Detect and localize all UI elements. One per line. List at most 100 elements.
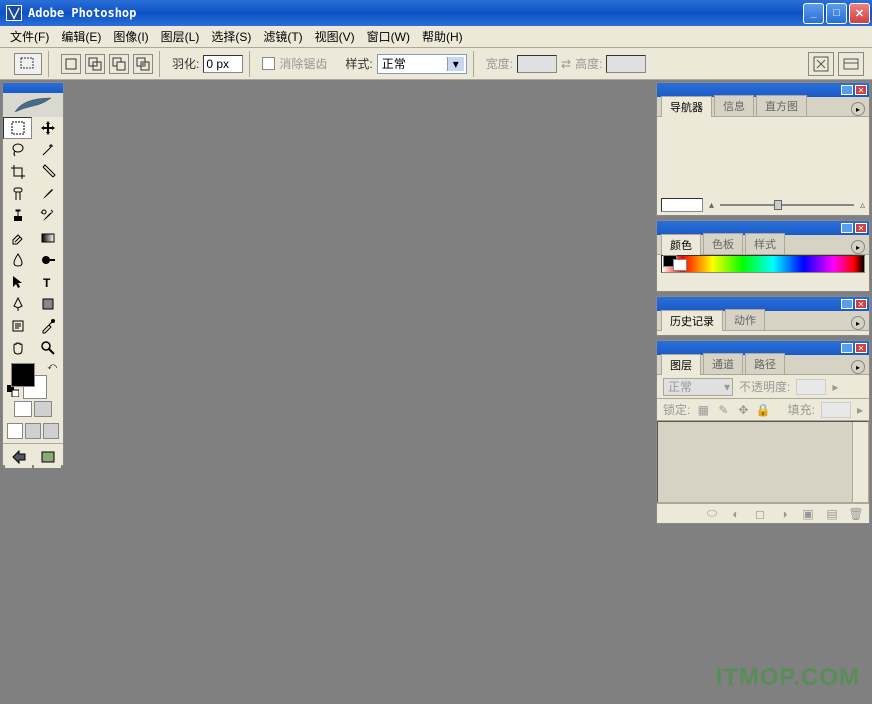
subtract-selection-button[interactable] (109, 54, 129, 74)
type-tool[interactable]: T (33, 271, 62, 293)
menu-bar: 文件(F) 编辑(E) 图像(I) 图层(L) 选择(S) 滤镜(T) 视图(V… (0, 26, 872, 48)
menu-image[interactable]: 图像(I) (107, 26, 154, 47)
crop-tool[interactable] (3, 161, 32, 183)
slice-tool[interactable] (33, 161, 62, 183)
pen-tool[interactable] (3, 293, 32, 315)
tab-color[interactable]: 颜色 (661, 234, 701, 255)
panel-menu-button[interactable]: ▸ (851, 316, 865, 330)
gradient-tool[interactable] (33, 227, 62, 249)
eyedropper-tool[interactable] (33, 315, 62, 337)
tab-history[interactable]: 历史记录 (661, 310, 723, 331)
options-bar: 羽化: 消除锯齿 样式: 正常 宽度: ⇄ 高度: (0, 48, 872, 80)
hand-tool[interactable] (3, 337, 32, 359)
new-selection-button[interactable] (61, 54, 81, 74)
menu-file[interactable]: 文件(F) (4, 26, 55, 47)
menu-select[interactable]: 选择(S) (205, 26, 257, 47)
color-spectrum[interactable] (661, 255, 865, 273)
layers-scrollbar[interactable] (852, 422, 868, 502)
tab-navigator[interactable]: 导航器 (661, 96, 712, 117)
minimize-button[interactable]: _ (803, 3, 824, 24)
delete-layer-icon: 🗑 (849, 507, 863, 521)
history-brush-tool[interactable] (33, 205, 62, 227)
foreground-color[interactable] (11, 363, 35, 387)
palette-well-button[interactable] (808, 52, 834, 76)
link-layers-icon: ⬭ (705, 507, 719, 521)
close-panel-button[interactable]: ✕ (855, 299, 867, 309)
minimize-panel-button[interactable]: _ (841, 85, 853, 95)
clone-stamp-tool[interactable] (3, 205, 32, 227)
tab-paths[interactable]: 路径 (745, 353, 785, 374)
tab-layers[interactable]: 图层 (661, 354, 701, 375)
brush-tool[interactable] (33, 183, 62, 205)
add-selection-button[interactable] (85, 54, 105, 74)
path-selection-tool[interactable] (3, 271, 32, 293)
tab-swatches[interactable]: 色板 (703, 233, 743, 254)
layers-list[interactable] (657, 421, 869, 503)
blend-mode-select: 正常 (663, 378, 733, 396)
panel-menu-button[interactable]: ▸ (851, 102, 865, 116)
color-bg-swatch[interactable] (673, 259, 687, 271)
move-tool[interactable] (33, 117, 62, 139)
close-button[interactable]: ✕ (849, 3, 870, 24)
toolbox-header[interactable] (3, 83, 63, 93)
opacity-input (796, 379, 826, 395)
shape-tool[interactable] (33, 293, 62, 315)
history-panel: _ ✕ 历史记录 动作 ▸ (656, 296, 870, 336)
zoom-in-icon[interactable]: ▵ (860, 200, 865, 211)
close-panel-button[interactable]: ✕ (855, 343, 867, 353)
magic-wand-tool[interactable] (33, 139, 62, 161)
new-group-icon: ▣ (801, 507, 815, 521)
toolbox-panel: T ⤺ (2, 82, 64, 466)
jump-to-button[interactable] (34, 446, 61, 468)
jump-to-imageready-button[interactable] (5, 446, 32, 468)
close-panel-button[interactable]: ✕ (855, 85, 867, 95)
quickmask-mode-button[interactable] (34, 401, 52, 417)
panel-menu-button[interactable]: ▸ (851, 360, 865, 374)
menu-edit[interactable]: 编辑(E) (55, 26, 107, 47)
lasso-tool[interactable] (3, 139, 32, 161)
screen-full-menu-button[interactable] (25, 423, 41, 439)
tab-histogram[interactable]: 直方图 (756, 95, 807, 116)
navigator-panel: _ ✕ 导航器 信息 直方图 ▸ ▴ ▵ (656, 82, 870, 216)
menu-filter[interactable]: 滤镜(T) (257, 26, 308, 47)
dodge-tool[interactable] (33, 249, 62, 271)
standard-mode-button[interactable] (14, 401, 32, 417)
blur-tool[interactable] (3, 249, 32, 271)
feather-label: 羽化: (172, 55, 199, 72)
menu-help[interactable]: 帮助(H) (416, 26, 469, 47)
zoom-out-icon[interactable]: ▴ (709, 200, 714, 211)
minimize-panel-button[interactable]: _ (841, 299, 853, 309)
style-select[interactable]: 正常 (377, 54, 467, 74)
lock-image-icon: ✎ (716, 403, 730, 417)
tab-actions[interactable]: 动作 (725, 309, 765, 330)
minimize-panel-button[interactable]: _ (841, 343, 853, 353)
tool-preset-button[interactable] (14, 53, 42, 75)
menu-view[interactable]: 视图(V) (309, 26, 361, 47)
notes-tool[interactable] (3, 315, 32, 337)
feather-input[interactable] (203, 55, 243, 73)
panel-menu-button[interactable]: ▸ (851, 240, 865, 254)
screen-standard-button[interactable] (7, 423, 23, 439)
screen-full-button[interactable] (43, 423, 59, 439)
zoom-percent-input[interactable] (661, 198, 703, 212)
eraser-tool[interactable] (3, 227, 32, 249)
file-browser-button[interactable] (838, 52, 864, 76)
zoom-tool[interactable] (33, 337, 62, 359)
marquee-tool[interactable] (3, 117, 32, 139)
swap-colors-icon[interactable]: ⤺ (47, 361, 57, 372)
menu-layer[interactable]: 图层(L) (155, 26, 206, 47)
healing-brush-tool[interactable] (3, 183, 32, 205)
intersect-selection-button[interactable] (133, 54, 153, 74)
minimize-panel-button[interactable]: _ (841, 223, 853, 233)
close-panel-button[interactable]: ✕ (855, 223, 867, 233)
tab-styles[interactable]: 样式 (745, 233, 785, 254)
opacity-label: 不透明度: (739, 378, 790, 395)
menu-window[interactable]: 窗口(W) (361, 26, 416, 47)
color-panel: _ ✕ 颜色 色板 样式 ▸ (656, 220, 870, 292)
zoom-slider[interactable] (720, 204, 854, 206)
tab-channels[interactable]: 通道 (703, 353, 743, 374)
fill-arrow-icon: ▸ (857, 403, 863, 417)
fill-label: 填充: (788, 401, 815, 418)
maximize-button[interactable]: □ (826, 3, 847, 24)
tab-info[interactable]: 信息 (714, 95, 754, 116)
